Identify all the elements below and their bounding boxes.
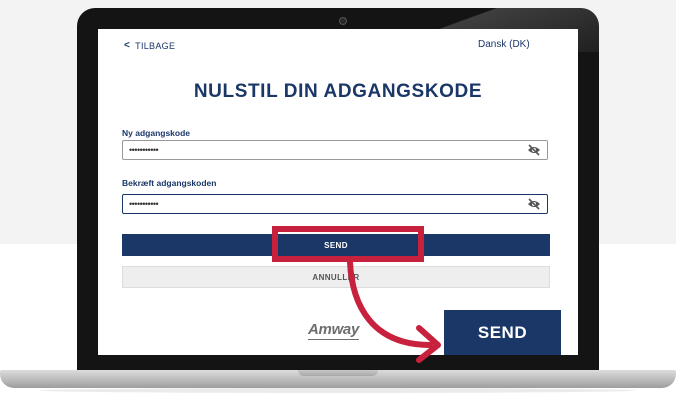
confirm-password-label: Bekræft adgangskoden [122, 178, 217, 188]
laptop-screen: < TILBAGE Dansk (DK) NULSTIL DIN ADGANGS… [98, 29, 578, 355]
new-password-value: ••••••••••• [129, 145, 159, 155]
back-label: TILBAGE [135, 40, 176, 51]
confirm-password-field[interactable]: ••••••••••• [122, 194, 548, 214]
chevron-left-icon: < [124, 40, 131, 51]
language-selector[interactable]: Dansk (DK) [478, 39, 530, 50]
laptop-notch [298, 370, 378, 376]
eye-hidden-icon[interactable] [527, 198, 541, 210]
highlight-frame [272, 226, 424, 262]
new-password-label: Ny adgangskode [122, 128, 191, 138]
callout-send-button[interactable]: SEND [444, 310, 561, 355]
confirm-password-value: ••••••••••• [129, 199, 159, 209]
back-link[interactable]: < TILBAGE [124, 40, 175, 51]
cancel-button[interactable]: ANNULLER [122, 266, 550, 288]
new-password-field[interactable]: ••••••••••• [122, 140, 548, 160]
camera-icon [339, 17, 347, 25]
amway-logo: Amway [308, 321, 360, 340]
page-title: NULSTIL DIN ADGANGSKODE [193, 81, 483, 102]
eye-hidden-icon[interactable] [527, 144, 541, 156]
